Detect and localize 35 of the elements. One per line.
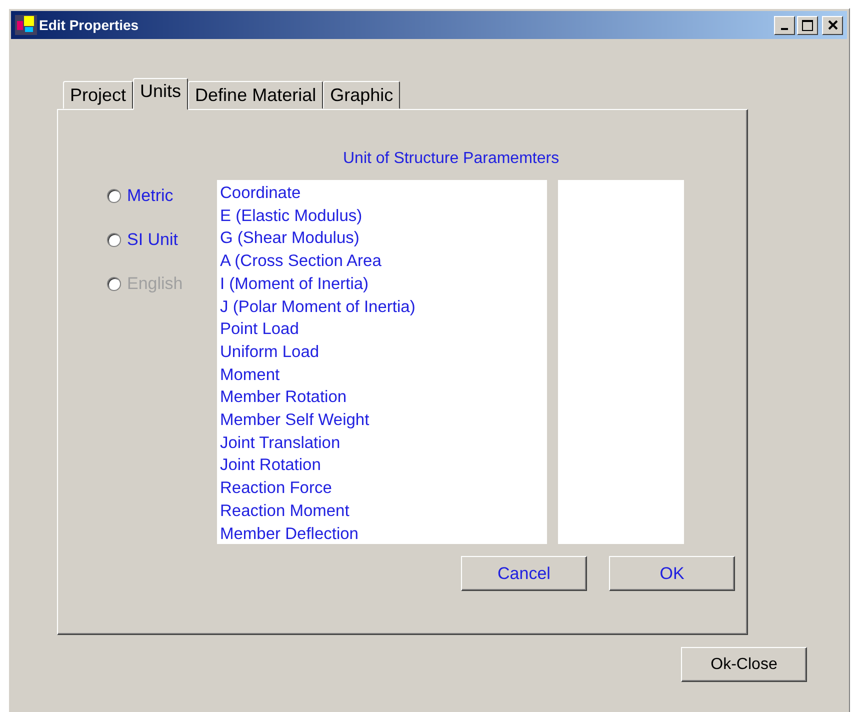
window-title: Edit Properties bbox=[39, 17, 140, 33]
parameter-list[interactable] bbox=[217, 180, 547, 544]
list-item[interactable]: Joint Rotation bbox=[220, 454, 544, 478]
list-item[interactable]: Joint Translation bbox=[220, 432, 544, 454]
ok-close-button[interactable]: Ok-Close bbox=[681, 647, 807, 682]
maximize-icon bbox=[802, 20, 813, 30]
dialog-button[interactable]: Cancel bbox=[461, 556, 587, 591]
list-item[interactable]: A (Cross Section Area bbox=[220, 250, 544, 273]
list-item[interactable]: Coordinate bbox=[220, 182, 544, 205]
maximize-button[interactable] bbox=[797, 16, 818, 34]
list-item[interactable]: I (Moment of Inertia) bbox=[220, 272, 544, 296]
section-heading: Unit of Structure Paramemters bbox=[343, 150, 560, 168]
list-item[interactable]: Member Self Weight bbox=[220, 409, 544, 432]
list-item[interactable]: E (Elastic Modulus) bbox=[220, 204, 544, 228]
list-item[interactable]: Uniform Load bbox=[220, 340, 544, 364]
list-item[interactable]: Point Load bbox=[220, 318, 544, 341]
close-button[interactable] bbox=[822, 16, 843, 34]
dialog-button[interactable]: OK bbox=[609, 556, 735, 591]
list-item[interactable]: J (Polar Moment of Inertia) bbox=[220, 296, 544, 318]
tab[interactable]: Project bbox=[63, 81, 134, 109]
list-item[interactable]: Reaction Moment bbox=[220, 500, 544, 523]
close-icon bbox=[828, 20, 838, 30]
radio-option[interactable]: SI Unit bbox=[107, 230, 217, 250]
list-item[interactable]: G (Shear Modulus) bbox=[220, 227, 544, 250]
list-item[interactable]: Reaction Force bbox=[220, 477, 544, 500]
list-item[interactable]: Member Deflection bbox=[220, 522, 544, 546]
radio-option[interactable]: Metric bbox=[107, 186, 217, 206]
minimize-button[interactable] bbox=[774, 16, 795, 34]
list-item[interactable]: Member Rotation bbox=[220, 386, 544, 410]
tab[interactable]: Graphic bbox=[323, 81, 400, 109]
minimize-icon bbox=[781, 28, 788, 30]
list-item[interactable]: Moment bbox=[220, 364, 544, 386]
tab[interactable]: Units bbox=[133, 78, 188, 110]
app-icon bbox=[15, 15, 37, 35]
tab[interactable]: Define Material bbox=[188, 81, 324, 109]
